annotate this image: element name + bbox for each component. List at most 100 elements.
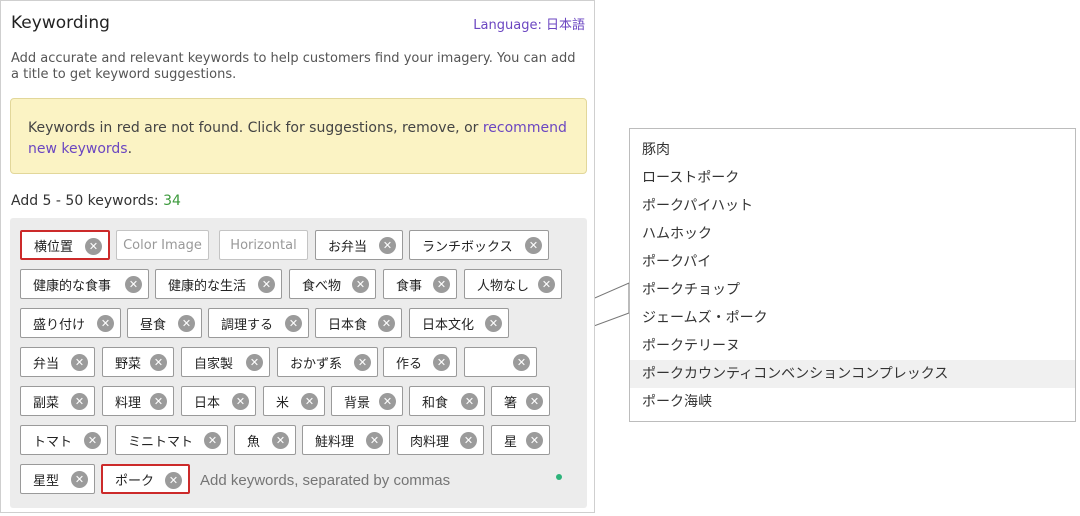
remove-keyword-icon[interactable]: ✕ <box>461 393 478 410</box>
keyword-chip[interactable]: 食事 ✕ <box>383 269 457 299</box>
keyword-chip-label: 星 <box>504 434 518 450</box>
remove-keyword-icon[interactable]: ✕ <box>246 354 263 371</box>
keyword-chip[interactable]: ✕ <box>464 347 537 377</box>
keyword-chip[interactable]: 箸 ✕ <box>491 386 550 416</box>
keyword-chip[interactable]: 人物なし ✕ <box>464 269 562 299</box>
keyword-chip[interactable]: ランチボックス ✕ <box>409 230 549 260</box>
remove-keyword-icon[interactable]: ✕ <box>71 354 88 371</box>
keyword-chip[interactable]: 肉料理 ✕ <box>397 425 484 455</box>
keyword-chip[interactable]: お弁当 ✕ <box>315 230 403 260</box>
remove-keyword-icon[interactable]: ✕ <box>526 393 543 410</box>
suggestion-item[interactable]: ハムホック <box>630 220 1075 248</box>
keyword-chip-label: 食べ物 <box>302 278 342 294</box>
keyword-chip[interactable]: トマト ✕ <box>20 425 108 455</box>
keyword-chip-label: Color Image <box>123 237 202 253</box>
keyword-chip[interactable]: 米 ✕ <box>263 386 325 416</box>
remove-keyword-icon[interactable]: ✕ <box>433 276 450 293</box>
keyword-chip-label: 健康的な食事 <box>33 278 112 294</box>
keyword-chip[interactable]: 盛り付け ✕ <box>20 308 121 338</box>
suggestion-item[interactable]: ポーク海峡 <box>630 388 1075 416</box>
remove-keyword-icon[interactable]: ✕ <box>125 276 142 293</box>
keyword-chip-label: 自家製 <box>194 356 234 372</box>
keyword-chip[interactable]: 背景 ✕ <box>331 386 403 416</box>
keyword-chip[interactable]: 横位置 ✕ <box>20 230 110 260</box>
remove-keyword-icon[interactable]: ✕ <box>272 432 289 449</box>
keyword-chip[interactable]: 健康的な生活 ✕ <box>155 269 282 299</box>
remove-keyword-icon[interactable]: ✕ <box>97 315 114 332</box>
keyword-chip[interactable]: Horizontal <box>219 230 308 260</box>
keyword-chip[interactable]: 日本文化 ✕ <box>409 308 509 338</box>
keyword-chip[interactable]: 星 ✕ <box>491 425 550 455</box>
remove-keyword-icon[interactable]: ✕ <box>538 276 555 293</box>
status-dot <box>556 474 562 480</box>
keyword-count: Add 5 - 50 keywords: 34 <box>11 193 181 209</box>
keyword-chip[interactable]: 副菜 ✕ <box>20 386 95 416</box>
remove-keyword-icon[interactable]: ✕ <box>354 354 371 371</box>
suggestion-item[interactable]: ポークカウンティコンベンションコンプレックス <box>630 360 1075 388</box>
suggestion-item[interactable]: ジェームズ・ポーク <box>630 304 1075 332</box>
remove-keyword-icon[interactable]: ✕ <box>526 432 543 449</box>
remove-keyword-icon[interactable]: ✕ <box>525 237 542 254</box>
warning-banner: Keywords in red are not found. Click for… <box>10 98 587 174</box>
keyword-chip[interactable]: 自家製 ✕ <box>181 347 270 377</box>
keyword-chip[interactable]: 食べ物 ✕ <box>289 269 376 299</box>
keyword-chip-label: Horizontal <box>230 237 297 253</box>
remove-keyword-icon[interactable]: ✕ <box>433 354 450 371</box>
remove-keyword-icon[interactable]: ✕ <box>165 472 182 489</box>
keyword-chip[interactable]: 作る ✕ <box>383 347 457 377</box>
remove-keyword-icon[interactable]: ✕ <box>513 354 530 371</box>
keyword-chip[interactable]: 弁当 ✕ <box>20 347 95 377</box>
panel-title: Keywording <box>11 13 110 33</box>
keyword-chip[interactable]: ポーク ✕ <box>101 464 190 494</box>
remove-keyword-icon[interactable]: ✕ <box>258 276 275 293</box>
keyword-chip[interactable]: 調理する ✕ <box>208 308 309 338</box>
remove-keyword-icon[interactable]: ✕ <box>232 393 249 410</box>
keyword-chip[interactable]: 料理 ✕ <box>102 386 174 416</box>
language-selector[interactable]: Language: 日本語 <box>473 14 585 33</box>
remove-keyword-icon[interactable]: ✕ <box>204 432 221 449</box>
remove-keyword-icon[interactable]: ✕ <box>460 432 477 449</box>
suggestion-item[interactable]: ポークテリーヌ <box>630 332 1075 360</box>
remove-keyword-icon[interactable]: ✕ <box>150 393 167 410</box>
keyword-chip-label: 日本文化 <box>422 317 475 333</box>
remove-keyword-icon[interactable]: ✕ <box>379 393 396 410</box>
suggestion-item[interactable]: ポークパイハット <box>630 192 1075 220</box>
keyword-chip-label: 食事 <box>396 278 423 294</box>
keyword-chip-label: 昼食 <box>140 317 167 333</box>
suggestion-item[interactable]: ポークチョップ <box>630 276 1075 304</box>
remove-keyword-icon[interactable]: ✕ <box>178 315 195 332</box>
keyword-chip[interactable]: 野菜 ✕ <box>102 347 174 377</box>
keyword-chip[interactable]: 昼食 ✕ <box>127 308 202 338</box>
keyword-chip[interactable]: 魚 ✕ <box>234 425 296 455</box>
remove-keyword-icon[interactable]: ✕ <box>285 315 302 332</box>
keyword-chip[interactable]: Color Image <box>116 230 209 260</box>
keyword-chip[interactable]: ミニトマト ✕ <box>115 425 228 455</box>
remove-keyword-icon[interactable]: ✕ <box>366 432 383 449</box>
remove-keyword-icon[interactable]: ✕ <box>379 237 396 254</box>
keyword-chip[interactable]: 健康的な食事 ✕ <box>20 269 149 299</box>
keyword-chip[interactable]: おかず系 ✕ <box>277 347 378 377</box>
remove-keyword-icon[interactable]: ✕ <box>71 393 88 410</box>
keyword-chip-label: 盛り付け <box>33 317 86 333</box>
suggestions-dropdown: 豚肉 ローストポーク ポークパイハット ハムホック ポークパイ ポークチョップ ジェームズ・… <box>629 128 1076 422</box>
keyword-chip-label: 日本 <box>194 395 221 411</box>
suggestion-item[interactable]: ローストポーク <box>630 164 1075 192</box>
warning-text: Keywords in red are not found. Click for… <box>28 120 479 136</box>
keyword-chip[interactable]: 和食 ✕ <box>409 386 485 416</box>
keyword-input[interactable] <box>198 471 542 490</box>
remove-keyword-icon[interactable]: ✕ <box>485 315 502 332</box>
remove-keyword-icon[interactable]: ✕ <box>352 276 369 293</box>
keyword-chip[interactable]: 日本 ✕ <box>181 386 256 416</box>
suggestion-item[interactable]: 豚肉 <box>630 136 1075 164</box>
keyword-chip[interactable]: 星型 ✕ <box>20 464 95 494</box>
remove-keyword-icon[interactable]: ✕ <box>71 471 88 488</box>
remove-keyword-icon[interactable]: ✕ <box>84 432 101 449</box>
remove-keyword-icon[interactable]: ✕ <box>301 393 318 410</box>
keyword-chip-label: 健康的な生活 <box>168 278 247 294</box>
suggestion-item[interactable]: ポークパイ <box>630 248 1075 276</box>
keyword-chip[interactable]: 鮭料理 ✕ <box>302 425 390 455</box>
keyword-chip[interactable]: 日本食 ✕ <box>315 308 402 338</box>
remove-keyword-icon[interactable]: ✕ <box>85 238 102 255</box>
remove-keyword-icon[interactable]: ✕ <box>378 315 395 332</box>
remove-keyword-icon[interactable]: ✕ <box>150 354 167 371</box>
